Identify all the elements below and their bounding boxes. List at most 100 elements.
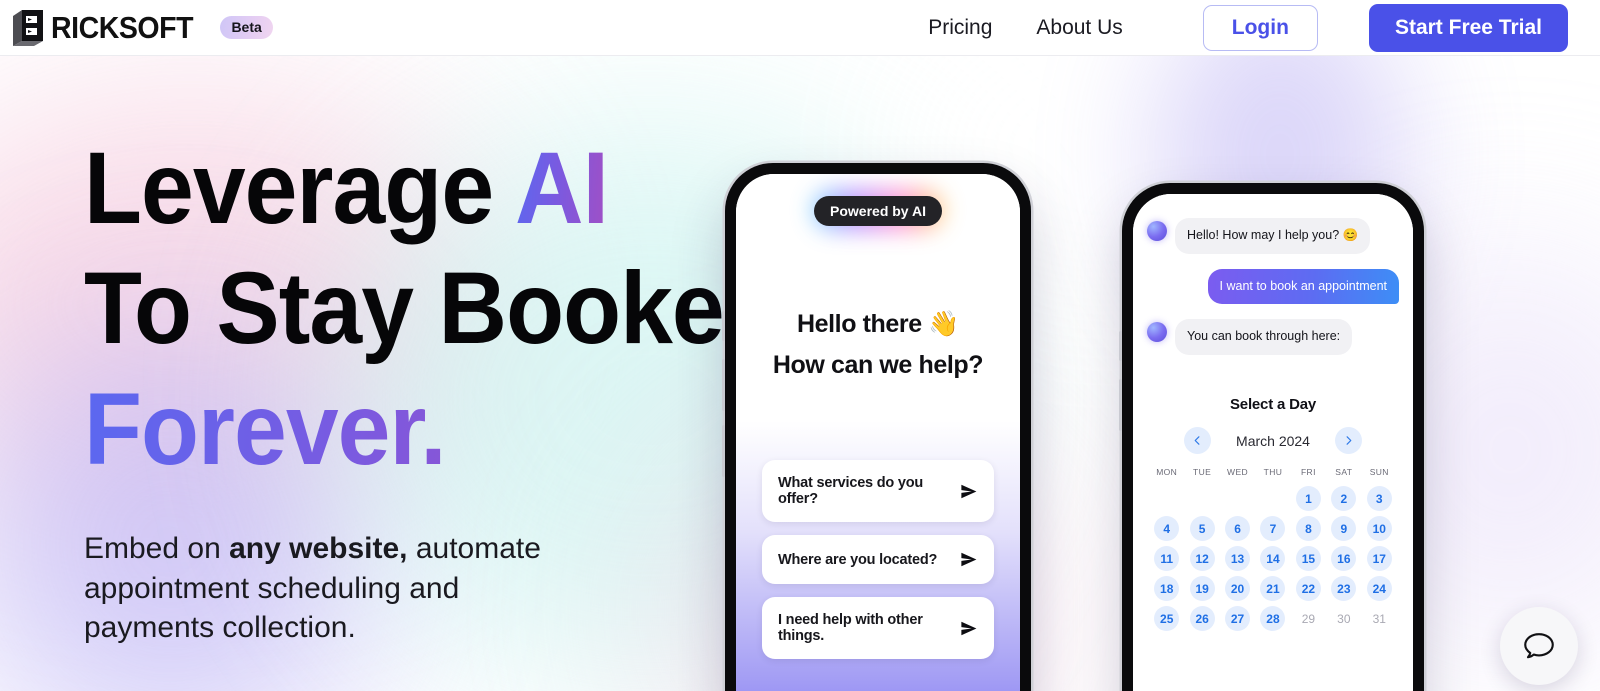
calendar-day-available[interactable]: 1 xyxy=(1291,486,1326,511)
calendar-day-available[interactable]: 23 xyxy=(1326,576,1361,601)
calendar-day-blank xyxy=(1255,486,1290,511)
calendar-weekday: WED xyxy=(1227,467,1249,477)
calendar-weekday: MON xyxy=(1156,467,1178,477)
calendar-day-available[interactable]: 27 xyxy=(1220,606,1255,631)
phone-screen-welcome: Powered by AI Hello there 👋 How can we h… xyxy=(736,174,1020,691)
calendar-month-label: March 2024 xyxy=(1236,432,1310,449)
headline-text-ai: AI xyxy=(515,131,609,245)
send-icon xyxy=(961,484,977,498)
calendar-day-available[interactable]: 2 xyxy=(1326,486,1361,511)
calendar-day-available[interactable]: 20 xyxy=(1220,576,1255,601)
calendar-weekday: THU xyxy=(1263,467,1283,477)
suggestion-list: What services do you offer? Where are yo… xyxy=(762,460,994,659)
chat-bubble-text: You can book through here: xyxy=(1175,319,1353,355)
brand-logo[interactable]: RICKSOFT Beta xyxy=(10,8,273,48)
calendar-day-blank xyxy=(1184,486,1219,511)
beta-badge: Beta xyxy=(220,16,273,39)
login-button[interactable]: Login xyxy=(1202,4,1318,51)
calendar-widget: Select a Day March 2024 MON TUE WED THU FRI S… xyxy=(1149,396,1397,631)
page-title: Leverage AI To Stay Booked, Forever. xyxy=(84,128,807,489)
calendar-day-available[interactable]: 4 xyxy=(1149,516,1184,541)
welcome-greeting: Hello there 👋 How can we help? xyxy=(736,304,1020,385)
phone-mockup-booking: Hello! How may I help you? 😊 I want to b… xyxy=(1119,183,1424,691)
chat-message-bot: Hello! How may I help you? 😊 xyxy=(1147,218,1399,254)
bot-avatar xyxy=(1147,322,1167,342)
greeting-line-2: How can we help? xyxy=(772,350,984,379)
suggestion-card-other[interactable]: I need help with other things. xyxy=(762,597,994,659)
headline-text-leverage: Leverage xyxy=(84,131,516,245)
site-header: RICKSOFT Beta Pricing About Us Login Sta… xyxy=(0,0,1600,56)
suggestion-label: I need help with other things. xyxy=(778,612,923,644)
chat-bubble-text: Hello! How may I help you? 😊 xyxy=(1175,218,1371,254)
calendar-prev-month-button[interactable] xyxy=(1184,427,1212,454)
nav-item-pricing[interactable]: Pricing xyxy=(906,10,1014,46)
headline-line-3: Forever. xyxy=(84,369,675,489)
headline-line-1: Leverage AI xyxy=(84,128,675,248)
subtext-emphasis: any website, xyxy=(229,532,408,566)
phone-mockups: Powered by AI Hello there 👋 How can we h… xyxy=(720,56,1600,691)
calendar-day-available[interactable]: 18 xyxy=(1149,576,1184,601)
powered-by-ai-wrap: Powered by AI xyxy=(736,189,1020,231)
chevron-right-icon xyxy=(1346,436,1352,445)
calendar-day-available[interactable]: 6 xyxy=(1220,516,1255,541)
calendar-day-available[interactable]: 15 xyxy=(1291,546,1326,571)
calendar-day-available[interactable]: 3 xyxy=(1362,486,1397,511)
calendar-day-available[interactable]: 16 xyxy=(1326,546,1361,571)
chevron-left-icon xyxy=(1194,436,1200,445)
suggestion-label: What services do you offer? xyxy=(778,475,924,507)
calendar-day-available[interactable]: 10 xyxy=(1362,516,1397,541)
chat-message-user: I want to book an appointment xyxy=(1147,268,1399,304)
phone-volume-up-button xyxy=(722,359,725,411)
chat-message-bot: You can book through here: xyxy=(1147,319,1399,355)
calendar-weekday: TUE xyxy=(1193,467,1212,477)
calendar-day-available[interactable]: 19 xyxy=(1184,576,1219,601)
ricksoft-logo-icon xyxy=(13,9,43,46)
main-nav: Pricing About Us Login Start Free Trial xyxy=(906,3,1568,52)
calendar-weekday: SAT xyxy=(1335,467,1353,477)
calendar-day-available[interactable]: 25 xyxy=(1149,606,1184,631)
calendar-day-available[interactable]: 12 xyxy=(1184,546,1219,571)
suggestion-label: Where are you located? xyxy=(778,551,938,568)
chat-bubble-text: I want to book an appointment xyxy=(1207,268,1399,304)
calendar-day-available[interactable]: 7 xyxy=(1255,516,1290,541)
start-free-trial-button[interactable]: Start Free Trial xyxy=(1368,3,1568,52)
calendar-day-disabled: 30 xyxy=(1337,611,1351,626)
bot-avatar xyxy=(1147,221,1167,241)
phone-volume-up-button xyxy=(1119,379,1122,431)
calendar-day-available[interactable]: 21 xyxy=(1255,576,1290,601)
suggestion-card-services[interactable]: What services do you offer? xyxy=(762,460,994,522)
chat-widget-button[interactable] xyxy=(1500,607,1578,685)
greeting-line-1: Hello there 👋 xyxy=(796,310,960,338)
landing-page: RICKSOFT Beta Pricing About Us Login Sta… xyxy=(0,0,1600,691)
hero-copy: Leverage AI To Stay Booked, Forever. Emb… xyxy=(0,56,807,648)
calendar-day-available[interactable]: 13 xyxy=(1220,546,1255,571)
calendar-day-available[interactable]: 5 xyxy=(1184,516,1219,541)
calendar-weekday: SUN xyxy=(1369,467,1389,477)
brand-name: RICKSOFT xyxy=(51,9,194,45)
calendar-weekday: FRI xyxy=(1300,467,1316,477)
calendar-day-available[interactable]: 28 xyxy=(1255,606,1290,631)
subtext-part-1: Embed on xyxy=(84,532,230,566)
calendar-day-available[interactable]: 26 xyxy=(1184,606,1219,631)
calendar-day-available[interactable]: 11 xyxy=(1149,546,1184,571)
calendar-next-month-button[interactable] xyxy=(1334,427,1362,454)
phone-side-button xyxy=(1119,331,1122,361)
phone-screen-booking: Hello! How may I help you? 😊 I want to b… xyxy=(1133,194,1413,691)
calendar-day-available[interactable]: 9 xyxy=(1326,516,1361,541)
nav-item-about-us[interactable]: About Us xyxy=(1014,10,1144,46)
calendar-day-available[interactable]: 22 xyxy=(1291,576,1326,601)
calendar-day-available[interactable]: 24 xyxy=(1362,576,1397,601)
calendar-nav: March 2024 xyxy=(1149,427,1397,454)
calendar-day-available[interactable]: 8 xyxy=(1291,516,1326,541)
calendar-title: Select a Day xyxy=(1230,396,1316,413)
calendar-day-available[interactable]: 14 xyxy=(1255,546,1290,571)
phone-mockup-welcome: Powered by AI Hello there 👋 How can we h… xyxy=(722,163,1031,691)
chat-message-list: Hello! How may I help you? 😊 I want to b… xyxy=(1147,218,1399,370)
chat-bubble-icon xyxy=(1524,633,1554,659)
calendar-day-disabled: 29 xyxy=(1301,611,1316,626)
headline-line-2: To Stay Booked, xyxy=(84,251,807,366)
suggestion-card-location[interactable]: Where are you located? xyxy=(762,535,994,584)
hero-subtext: Embed on any website, automate appointme… xyxy=(84,529,554,648)
calendar-day-available[interactable]: 17 xyxy=(1362,546,1397,571)
phone-side-button xyxy=(722,311,725,341)
